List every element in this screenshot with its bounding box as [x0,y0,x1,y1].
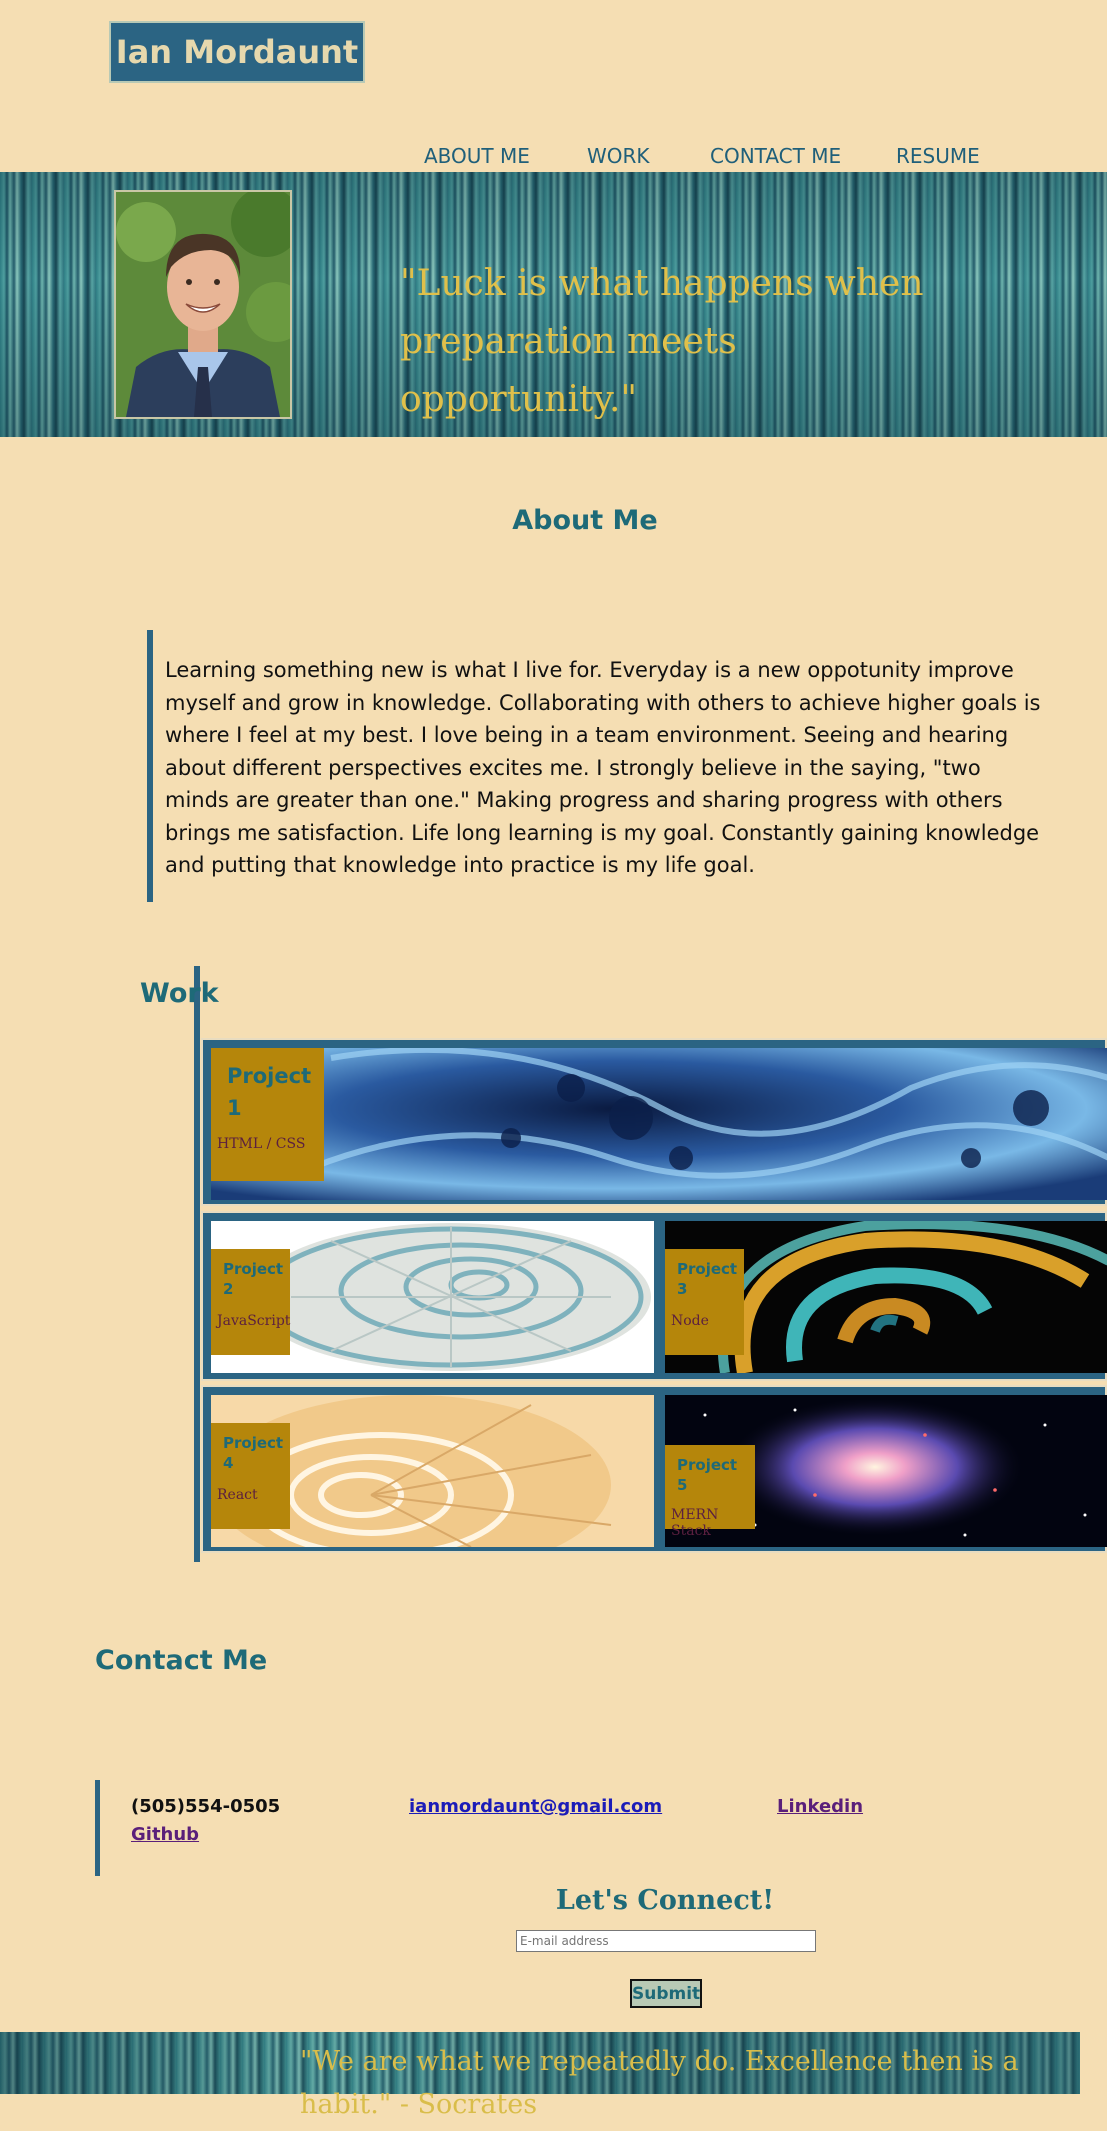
project-2-tag: Project 2 JavaScript [211,1249,290,1355]
project-1-tag: Project 1 HTML / CSS [211,1048,324,1181]
profile-photo-image [116,192,290,417]
github-link[interactable]: Github [131,1824,199,1845]
project-card-2[interactable]: Project 2 JavaScript [211,1221,654,1373]
project-card-4[interactable]: Project 4 React [211,1395,654,1547]
project-4-tag: Project 4 React [211,1423,290,1529]
project-4-tech: React [217,1487,258,1503]
linkedin-link[interactable]: Linkedin [777,1796,863,1817]
site-title: Ian Mordaunt [109,21,365,83]
project-card-1[interactable]: Project 1 HTML / CSS [211,1048,1107,1200]
project-5-tech: MERN Stack [671,1507,719,1539]
project-2-tech: JavaScript [217,1313,291,1329]
nav-resume[interactable]: RESUME [896,144,980,168]
project-4-title: Project 4 [223,1434,284,1472]
project-1-image [211,1048,1107,1200]
nav-contact-me[interactable]: CONTACT ME [710,144,841,168]
nav-work[interactable]: WORK [587,144,650,168]
project-5-title: Project 5 [677,1456,738,1494]
phone-number: (505)554-0505 [131,1796,281,1817]
project-1-title: Project 1 [227,1064,312,1120]
project-1-tech: HTML / CSS [217,1136,306,1152]
contact-accent-bar [95,1780,100,1876]
project-5-tag: Project 5 MERN Stack [665,1445,755,1539]
work-accent-bar [194,966,200,1562]
project-3-tag: Project 3 Node [665,1249,744,1355]
profile-photo [114,190,292,419]
about-heading: About Me [512,505,658,536]
contact-heading: Contact Me [95,1645,268,1676]
about-text: Learning something new is what I live fo… [165,658,1041,877]
submit-button[interactable]: Submit [630,1979,702,2008]
hero-quote: "Luck is what happens when preparation m… [400,263,924,420]
project-card-3[interactable]: Project 3 Node [665,1221,1107,1373]
project-3-tech: Node [671,1313,709,1329]
footer-quote: "We are what we repeatedly do. Excellenc… [300,2046,1019,2120]
email-link[interactable]: ianmordaunt@gmail.com [409,1796,662,1817]
work-row: Project 1 HTML / CSS [201,1038,1107,1206]
work-row: Project 4 React Project 5 MERN Stack [201,1385,1107,1553]
work-heading: Work [140,978,219,1009]
project-2-title: Project 2 [223,1260,284,1298]
about-accent-bar [147,630,153,902]
nav-about-me[interactable]: ABOUT ME [424,144,530,168]
email-input[interactable] [516,1930,816,1952]
project-card-5[interactable]: Project 5 MERN Stack [665,1395,1107,1547]
project-3-title: Project 3 [677,1260,738,1298]
work-row: Project 2 JavaScript Project 3 Node [201,1211,1107,1381]
connect-heading: Let's Connect! [555,1885,775,1916]
